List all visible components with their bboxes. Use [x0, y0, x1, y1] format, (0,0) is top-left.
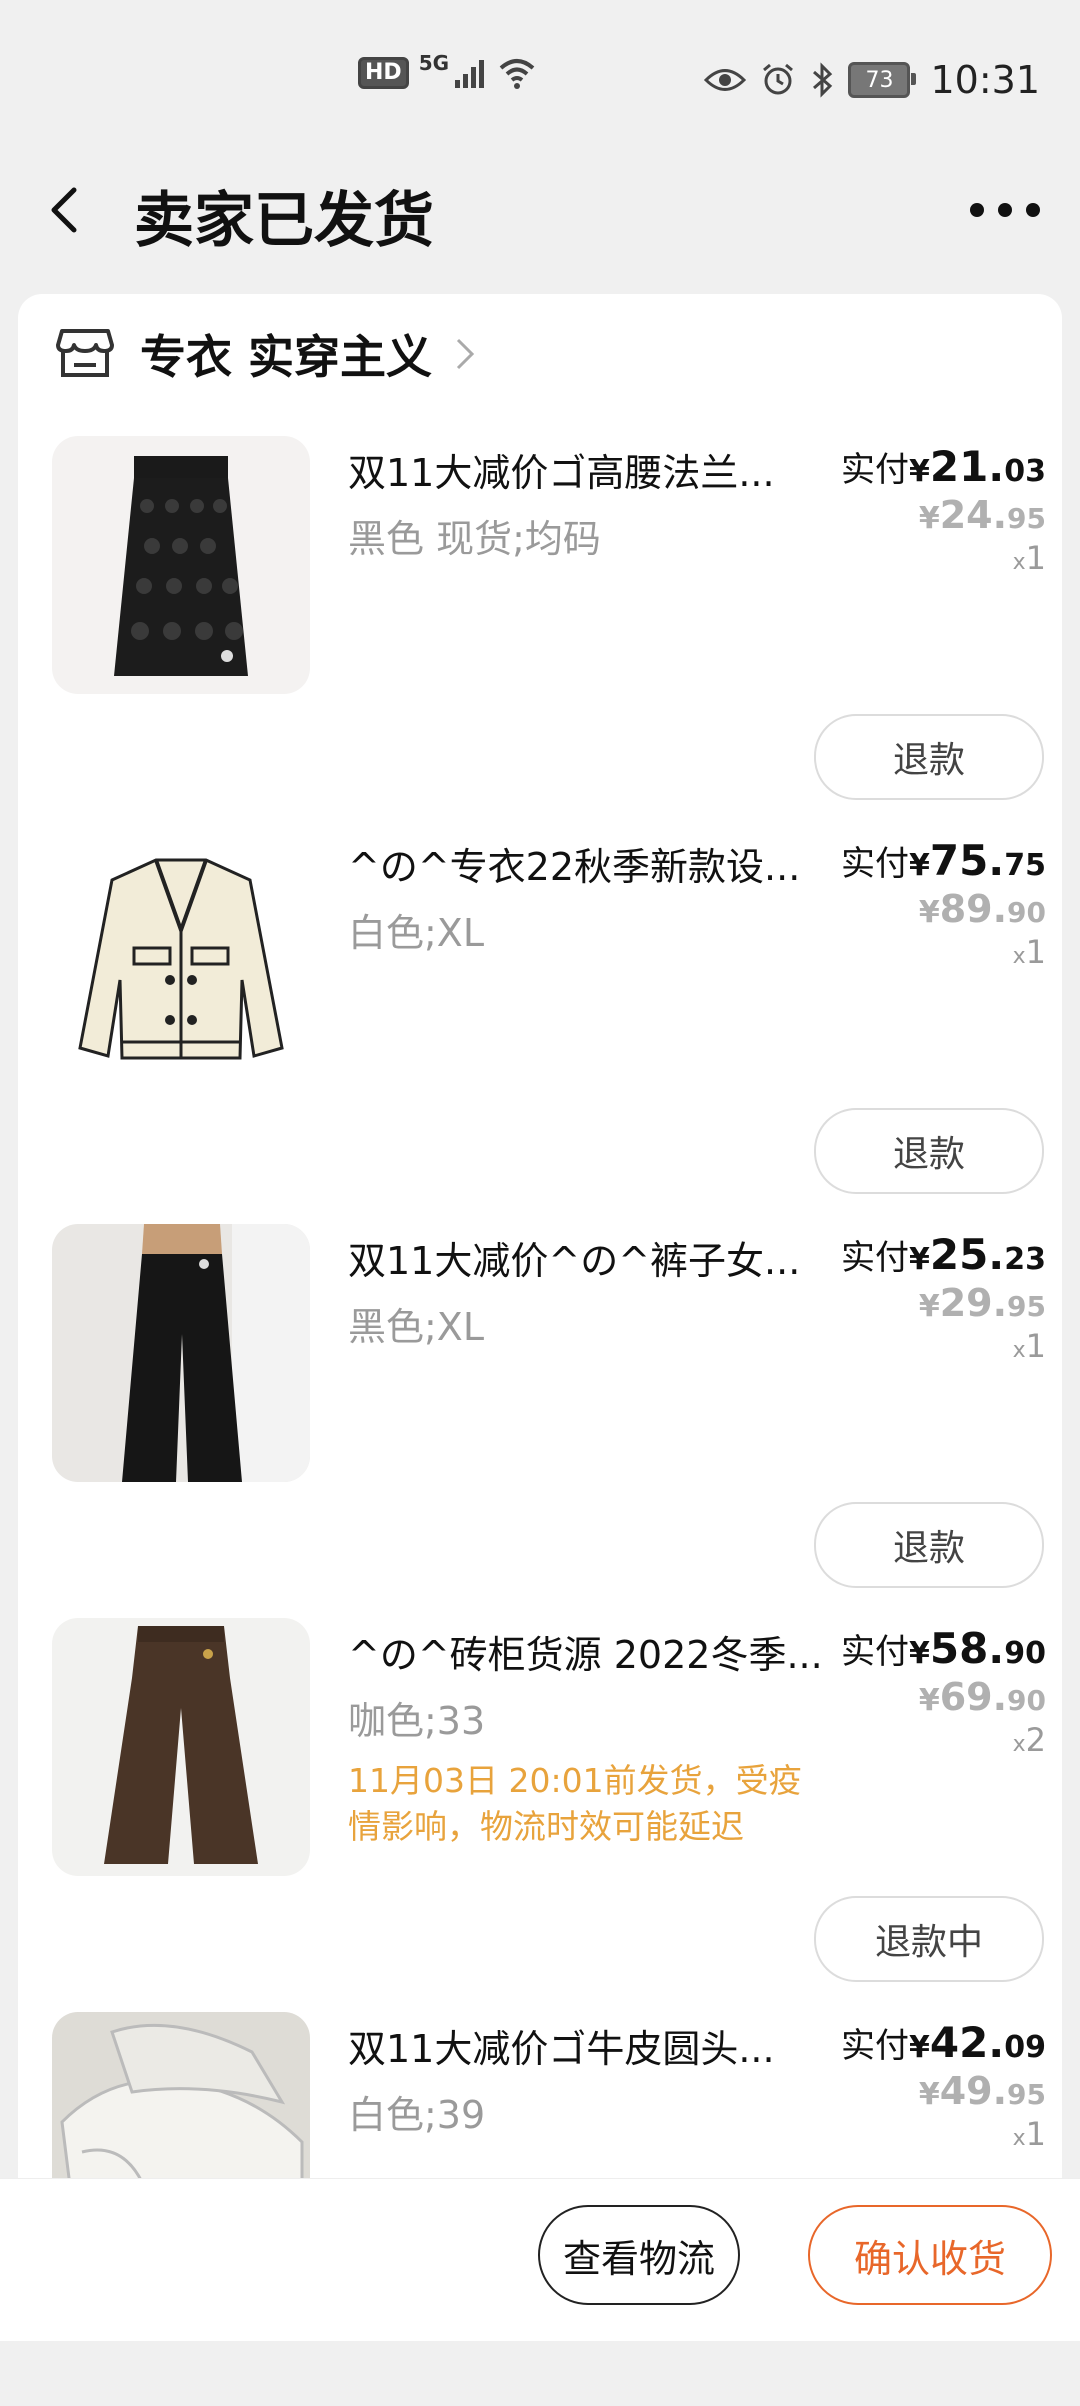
- product-name: ^の^专衣22秋季新款设...: [348, 845, 801, 889]
- price-block: 实付¥75.75 ¥89.90 x1: [841, 836, 1046, 971]
- original-price: ¥49.95: [918, 2069, 1046, 2113]
- product-sku: 白色;XL: [348, 911, 485, 955]
- status-left-icons: HD 5G: [358, 51, 537, 90]
- product-image-brown-trousers[interactable]: [52, 1618, 310, 1876]
- price-block: 实付¥42.09 ¥49.95 x1: [841, 2018, 1046, 2153]
- paid-price: 实付¥25.23: [840, 1230, 1046, 1279]
- confirm-receipt-button[interactable]: 确认收货: [808, 2205, 1052, 2305]
- product-name: 双11大减价^の^裤子女...: [348, 1239, 801, 1283]
- network-type: 5G: [418, 51, 450, 75]
- paid-price: 实付¥21.03: [840, 442, 1046, 491]
- product-image-trousers[interactable]: [52, 1224, 310, 1482]
- shop-name: 专衣 实穿主义: [140, 330, 433, 384]
- product-image-skirt[interactable]: [52, 436, 310, 694]
- order-item[interactable]: 双11大减价^の^裤子女... 黑色;XL 实付¥25.23 ¥29.95 x1…: [18, 1224, 1062, 1618]
- order-item[interactable]: 双11大减价ゴ高腰法兰... 黑色 现货;均码 实付¥21.03 ¥24.95 …: [18, 436, 1062, 830]
- page-title: 卖家已发货: [134, 186, 434, 256]
- refund-button[interactable]: 退款: [814, 714, 1044, 800]
- eye-icon: [704, 69, 747, 91]
- product-name: 双11大减价ゴ牛皮圆头...: [348, 2027, 775, 2071]
- refund-in-progress-button[interactable]: 退款中: [814, 1896, 1044, 1982]
- product-sku: 白色;39: [348, 2093, 486, 2137]
- product-image-jacket[interactable]: [52, 830, 310, 1088]
- header: 卖家已发货: [0, 150, 1080, 270]
- signal-icon: [455, 60, 485, 88]
- refund-button[interactable]: 退款: [814, 1108, 1044, 1194]
- clock: 10:31: [930, 58, 1040, 102]
- paid-price: 实付¥58.90: [840, 1624, 1046, 1673]
- product-sku: 黑色;XL: [348, 1305, 485, 1349]
- quantity: x1: [1012, 933, 1046, 971]
- more-dot-icon: [998, 203, 1012, 217]
- refund-button[interactable]: 退款: [814, 1502, 1044, 1588]
- trousers-image: [122, 1224, 310, 1482]
- bottom-action-bar: 查看物流 确认收货: [0, 2178, 1080, 2341]
- view-logistics-button[interactable]: 查看物流: [538, 2205, 740, 2305]
- product-name: ^の^砖柜货源 2022冬季...: [348, 1633, 823, 1677]
- original-price: ¥69.90: [918, 1675, 1046, 1719]
- chevron-left-icon: [51, 187, 77, 233]
- shipping-notice: 11月03日 20:01前发货，受疫情影响，物流时效可能延迟: [348, 1761, 802, 1846]
- hd-badge: HD: [358, 57, 409, 89]
- quantity: x1: [1012, 2115, 1046, 2153]
- more-button[interactable]: [970, 190, 1040, 230]
- original-price: ¥24.95: [918, 493, 1046, 537]
- chevron-right-icon: [456, 338, 475, 370]
- quantity: x1: [1012, 539, 1046, 577]
- battery-icon: 73: [848, 62, 917, 98]
- back-button[interactable]: [44, 182, 84, 238]
- original-price: ¥29.95: [918, 1281, 1046, 1325]
- more-dot-icon: [1026, 203, 1040, 217]
- wifi-icon: [499, 59, 535, 89]
- alarm-icon: [763, 63, 794, 95]
- bluetooth-icon: [813, 62, 833, 98]
- paid-price: 实付¥75.75: [840, 836, 1046, 885]
- order-item[interactable]: ^の^专衣22秋季新款设... 白色;XL 实付¥75.75 ¥89.90 x1…: [18, 830, 1062, 1224]
- status-bar: HD 5G 73 10:31: [0, 0, 1080, 130]
- order-item[interactable]: ^の^砖柜货源 2022冬季... 咖色;33 11月03日 20:01前发货，…: [18, 1618, 1062, 2012]
- price-block: 实付¥58.90 ¥69.90 x2: [841, 1624, 1046, 1759]
- original-price: ¥89.90: [918, 887, 1046, 931]
- price-block: 实付¥25.23 ¥29.95 x1: [841, 1230, 1046, 1365]
- product-name: 双11大减价ゴ高腰法兰...: [348, 451, 775, 495]
- product-sku: 黑色 现货;均码: [348, 517, 601, 561]
- paid-price: 实付¥42.09: [840, 2018, 1046, 2067]
- status-right-icons: 73 10:31: [704, 52, 1040, 108]
- price-block: 实付¥21.03 ¥24.95 x1: [841, 442, 1046, 577]
- jacket-image: [78, 858, 284, 1060]
- more-dot-icon: [970, 203, 984, 217]
- brown-trousers-image: [104, 1626, 258, 1864]
- order-card: 专衣 实穿主义 双11大减价ゴ高腰法兰... 黑色 现货;均码 实付¥21.03: [18, 294, 1062, 2294]
- quantity: x2: [1012, 1721, 1046, 1759]
- shop-header[interactable]: 专衣 实穿主义: [56, 324, 476, 384]
- product-sku: 咖色;33: [348, 1699, 486, 1743]
- store-icon: [56, 329, 114, 377]
- quantity: x1: [1012, 1327, 1046, 1365]
- skirt-image: [114, 456, 248, 676]
